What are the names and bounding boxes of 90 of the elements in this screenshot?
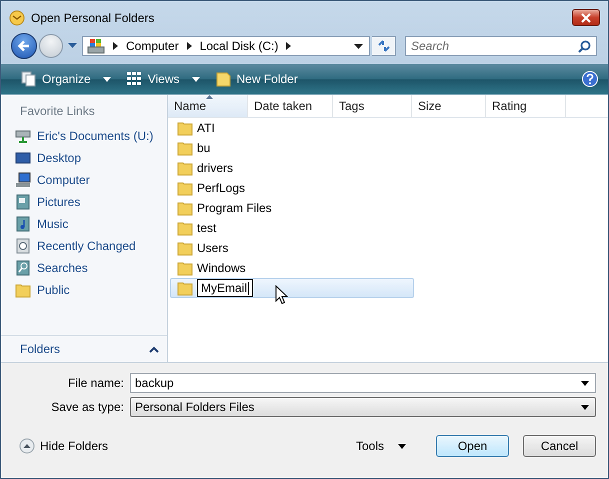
search-field[interactable]: Search xyxy=(405,36,597,56)
desktop-icon xyxy=(15,150,31,166)
file-row[interactable]: Users xyxy=(168,238,414,258)
chevron-icon xyxy=(286,42,292,50)
drive-icon xyxy=(87,38,105,54)
toolbar-button[interactable]: New Folder xyxy=(212,67,302,91)
folder-icon xyxy=(177,120,193,136)
sidebar-item[interactable]: Recently Changed xyxy=(1,235,167,257)
file-row[interactable]: Program Files xyxy=(168,198,414,218)
search-icon xyxy=(578,40,591,52)
caret-icon[interactable] xyxy=(354,44,363,48)
sidebar-item[interactable]: Public xyxy=(1,279,167,301)
breadcrumb-item[interactable]: Local Disk (C:) xyxy=(200,39,278,53)
chevron-up-icon xyxy=(19,438,35,454)
file-row[interactable]: Windows xyxy=(168,258,414,278)
breadcrumb-item[interactable]: Computer xyxy=(126,39,179,53)
section-heading: Favorite Links xyxy=(19,103,96,120)
folder-icon xyxy=(177,280,193,296)
chevron-icon xyxy=(113,42,118,50)
file-type-dropdown[interactable]: Personal Folders Files xyxy=(130,397,596,417)
folder-name: drivers xyxy=(197,161,234,175)
field-label: File name: xyxy=(66,376,124,390)
folder-name: Users xyxy=(197,241,228,255)
caret-icon xyxy=(581,380,589,386)
folder-icon xyxy=(177,200,193,216)
toolbar-menu[interactable]: Organize xyxy=(17,67,115,91)
folder-icon xyxy=(177,180,193,196)
help-icon[interactable] xyxy=(582,71,598,87)
field-label: Save as type: xyxy=(50,400,124,414)
sort-arrow-icon xyxy=(206,95,213,99)
sidebar-item[interactable]: Searches xyxy=(1,257,167,279)
folder-name: bu xyxy=(197,141,210,155)
mouse-pointer-icon xyxy=(275,285,288,305)
refresh-button[interactable] xyxy=(372,36,396,56)
refresh-icon xyxy=(376,39,392,53)
folder-name: Program Files xyxy=(197,201,272,215)
caret-icon xyxy=(398,444,406,448)
column-header[interactable]: Size xyxy=(412,95,486,117)
computer-icon xyxy=(15,172,31,188)
caret-icon xyxy=(581,404,589,410)
column-header[interactable]: Rating xyxy=(486,95,566,117)
window-title: Open Personal Folders xyxy=(31,10,154,24)
music-icon xyxy=(15,216,31,232)
folder-icon xyxy=(177,260,193,276)
column-header[interactable]: Tags xyxy=(333,95,412,117)
tools-menu[interactable]: Tools xyxy=(352,437,410,455)
folder-name: test xyxy=(197,221,216,235)
folder-name: Windows xyxy=(197,261,246,275)
chevron-up-icon xyxy=(149,346,159,352)
back-button[interactable] xyxy=(11,33,37,59)
sidebar-item[interactable]: Computer xyxy=(1,169,167,191)
rename-field[interactable]: MyEmail xyxy=(197,279,254,297)
sidebar-item[interactable]: Music xyxy=(1,213,167,235)
column-header[interactable]: Name xyxy=(168,95,248,117)
close-icon xyxy=(580,12,592,22)
file-row[interactable]: ATI xyxy=(168,118,414,138)
pages-icon xyxy=(21,71,36,87)
hide-folders-button[interactable]: Hide Folders xyxy=(19,438,108,454)
caret-icon xyxy=(102,76,111,82)
grid-icon xyxy=(126,72,142,86)
file-row[interactable]: bu xyxy=(168,138,414,158)
toolbar-menu[interactable]: Views xyxy=(122,67,204,91)
close-button[interactable] xyxy=(572,9,600,26)
chevron-icon xyxy=(186,42,192,50)
folder-name: ATI xyxy=(197,121,215,135)
back-arrow-icon xyxy=(17,39,31,53)
search-folder-icon xyxy=(15,260,31,276)
cancel-button[interactable]: Cancel xyxy=(523,435,596,457)
sidebar-item[interactable]: Desktop xyxy=(1,147,167,169)
network-drive-icon xyxy=(15,128,31,144)
clock-page-icon xyxy=(15,238,31,254)
address-bar[interactable]: Computer Local Disk (C:) xyxy=(82,36,370,56)
sidebar-item[interactable]: Eric's Documents (U:) xyxy=(1,125,167,147)
file-row[interactable]: MyEmail xyxy=(170,278,414,298)
open-button[interactable]: Open xyxy=(436,435,509,457)
folder-icon xyxy=(177,140,193,156)
sidebar-item[interactable]: Pictures xyxy=(1,191,167,213)
column-header[interactable]: Date taken xyxy=(248,95,333,117)
file-row[interactable]: test xyxy=(168,218,414,238)
folder-icon xyxy=(177,160,193,176)
folder-icon xyxy=(177,220,193,236)
pictures-icon xyxy=(15,194,31,210)
file-row[interactable]: drivers xyxy=(168,158,414,178)
caret-icon xyxy=(192,76,200,82)
folder-icon xyxy=(177,240,193,256)
file-name-field[interactable]: backup xyxy=(130,373,596,393)
folder-icon xyxy=(216,71,230,87)
file-row[interactable]: PerfLogs xyxy=(168,178,414,198)
folder-name: PerfLogs xyxy=(197,181,246,195)
folder-icon xyxy=(15,282,31,298)
